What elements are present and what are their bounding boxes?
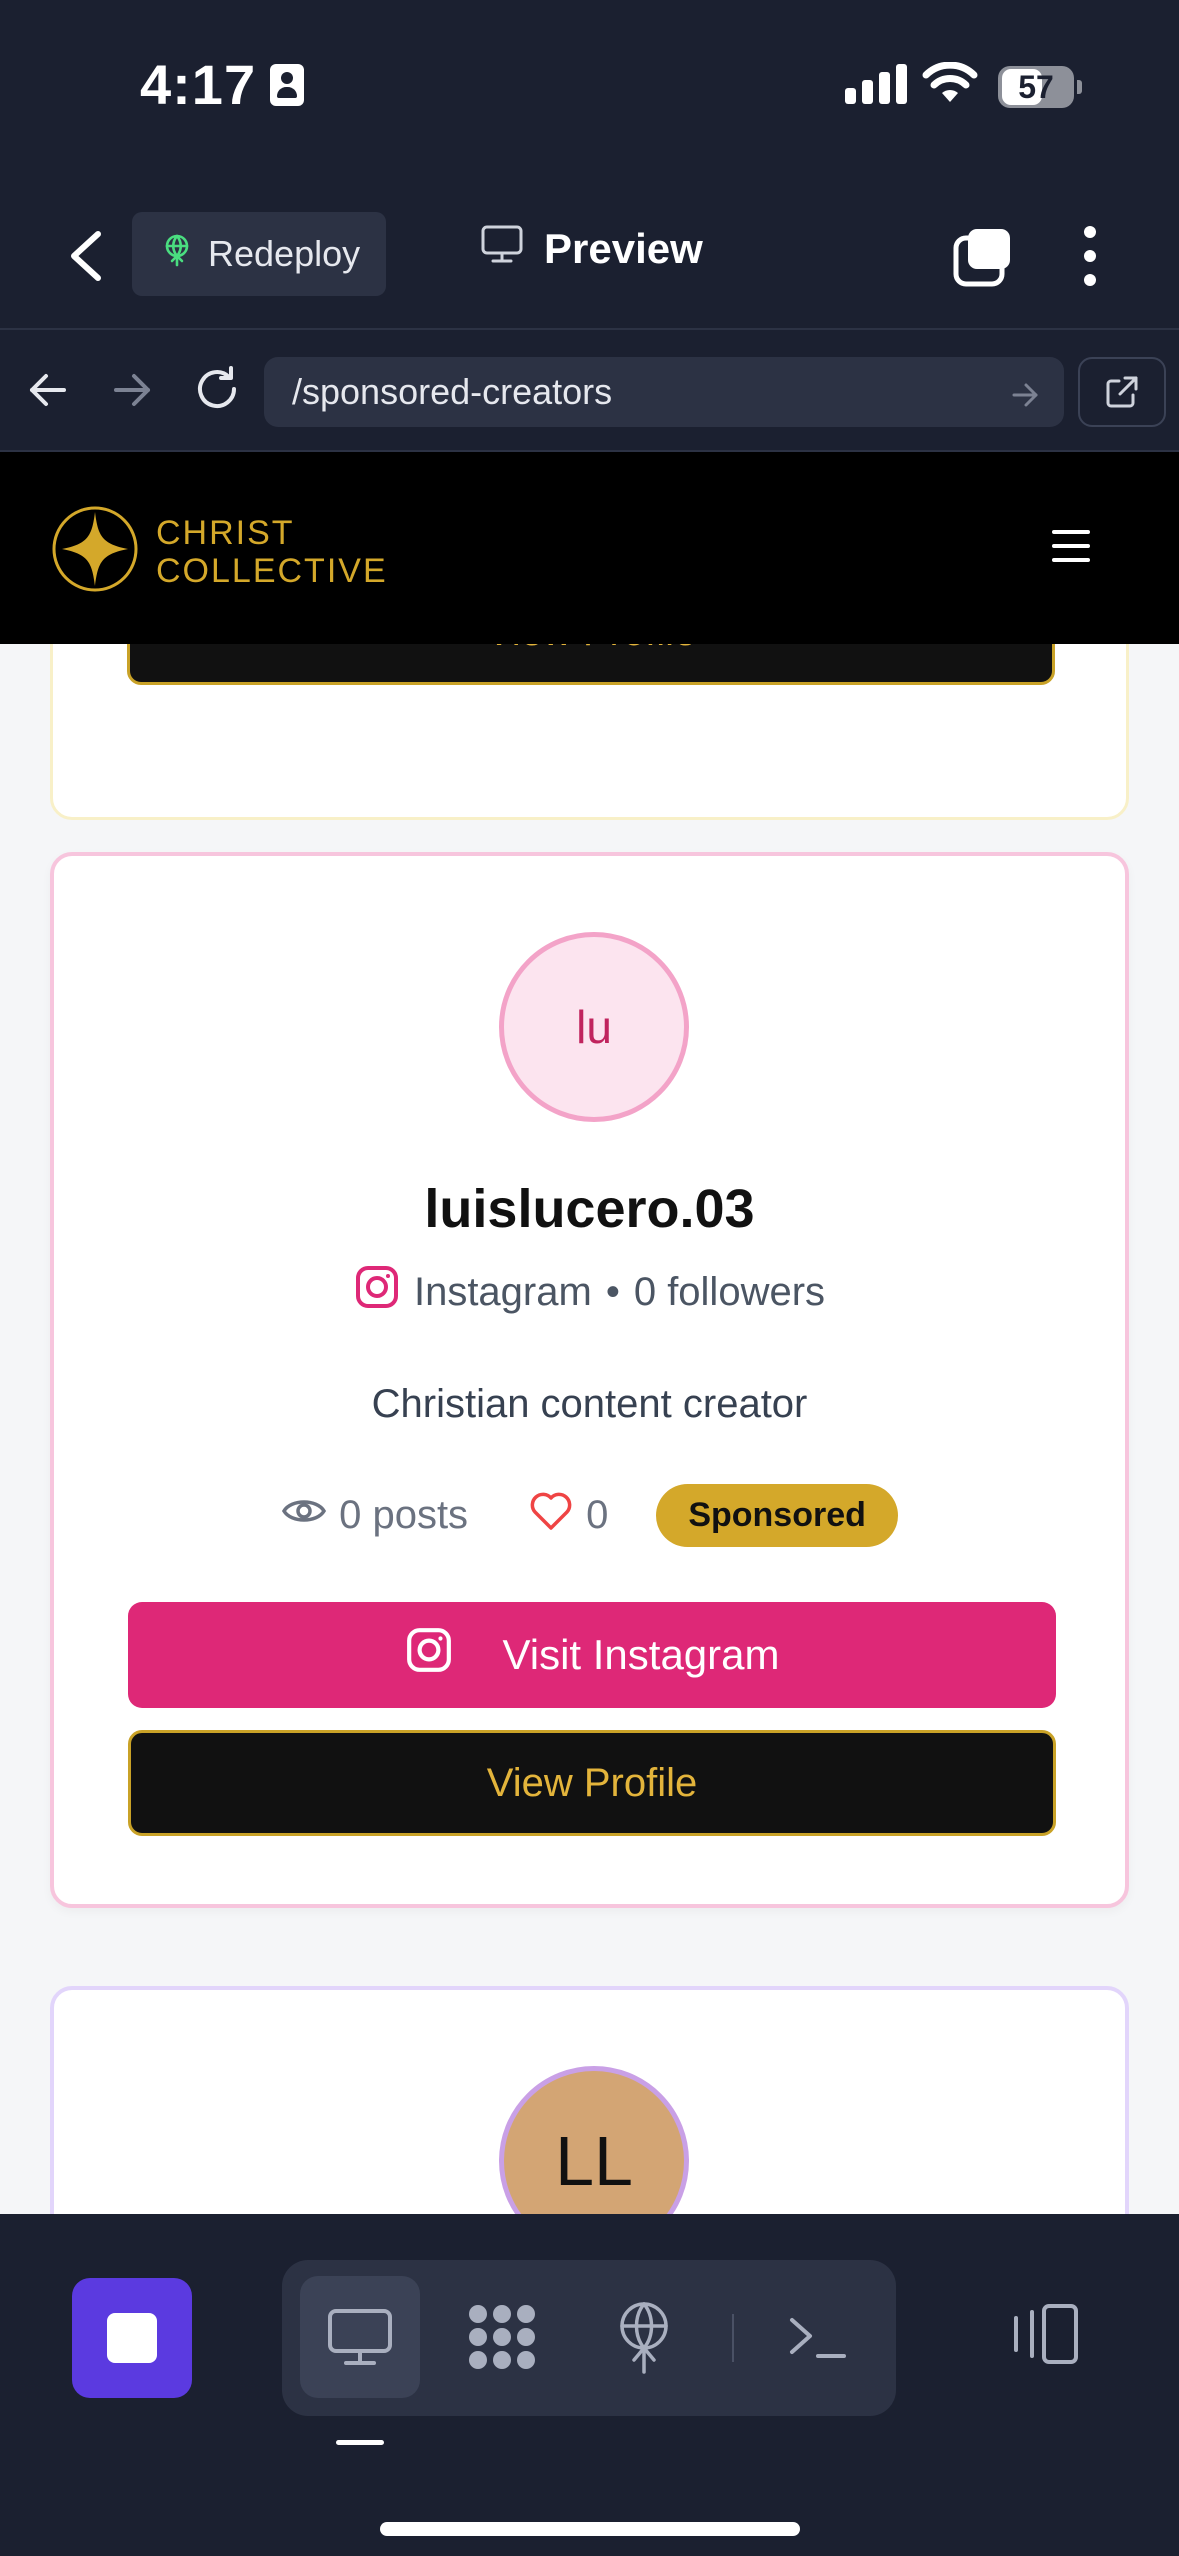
contact-card-icon [270,63,305,106]
monitor-icon[interactable] [300,2276,420,2398]
wifi-icon [922,61,978,109]
avatar: LL [499,2066,689,2214]
eye-icon [281,1493,327,1538]
stop-button[interactable] [72,2278,192,2398]
likes-stat: 0 [528,1490,608,1542]
app-bar: Redeploy Preview [0,180,1179,330]
arrow-right-icon[interactable] [110,368,154,417]
logo-text: CHRIST COLLECTIVE [156,514,388,590]
status-time: 4:17 [140,53,257,116]
battery-tip [1077,80,1082,94]
platform-row: Instagram • 0 followers [54,1264,1125,1320]
view-profile-button[interactable]: View Profile [128,1730,1056,1836]
instagram-icon [354,1264,400,1320]
logo-line-1: CHRIST [156,513,295,552]
page-content: View Profile lu luislucero.03 Instagram … [0,644,1179,2214]
url-go-arrow-icon[interactable] [1010,377,1040,419]
stats-row: 0 posts 0 Sponsored [54,1484,1125,1547]
cell-signal-icon [845,64,907,104]
url-field[interactable]: /sponsored-creators [264,357,1064,427]
monitor-icon [480,224,524,274]
battery-level: 57 [1018,69,1054,105]
device-switch-icon[interactable] [1010,2302,1082,2371]
home-indicator [380,2522,800,2536]
visit-instagram-button[interactable]: Visit Instagram [128,1602,1056,1708]
site-logo[interactable]: CHRIST COLLECTIVE [50,504,388,599]
stop-icon [107,2313,157,2363]
battery-icon: 57 [998,66,1074,108]
tabs-icon[interactable] [952,226,1014,293]
antenna-icon [160,233,194,276]
reload-icon[interactable] [192,364,242,419]
status-time-group: 4:17 [140,52,305,117]
back-chevron-icon[interactable] [62,228,112,284]
external-link-icon[interactable] [1078,357,1166,427]
preview-label: Preview [544,225,703,272]
url-text: /sponsored-creators [292,371,613,412]
view-profile-button-previous[interactable]: View Profile [127,644,1055,685]
browser-nav-bar: /sponsored-creators [0,330,1179,452]
avatar-initials: LL [555,2122,633,2200]
site-header: CHRIST COLLECTIVE [0,452,1179,644]
likes-count: 0 [586,1493,609,1537]
view-profile-label: View Profile [486,1760,698,1805]
view-profile-label: View Profile [486,644,696,655]
creator-card: lu luislucero.03 Instagram • 0 followers… [50,852,1129,1908]
logo-line-2: COLLECTIVE [156,551,388,590]
terminal-icon[interactable] [758,2276,878,2398]
instagram-icon [405,1626,453,1684]
redeploy-label: Redeploy [208,233,361,274]
bottom-dock [0,2214,1179,2556]
view-switcher [282,2260,896,2416]
separator: • [605,1269,620,1314]
sponsored-badge: Sponsored [656,1484,898,1547]
antenna-icon[interactable] [584,2276,704,2398]
visit-instagram-label: Visit Instagram [502,1631,780,1678]
more-vertical-icon[interactable] [1080,226,1100,286]
arrow-left-icon[interactable] [26,368,70,417]
active-tab-indicator [336,2440,384,2445]
status-bar: 4:17 57 [0,0,1179,180]
platform-name: Instagram [413,1269,592,1314]
apps-grid-icon[interactable] [442,2276,562,2398]
creator-bio: Christian content creator [371,1382,808,1426]
avatar: lu [499,932,689,1122]
creator-card-previous: View Profile [50,644,1129,820]
creator-card-next: LL [50,1986,1129,2214]
segment-divider [732,2314,734,2362]
preview-tab[interactable]: Preview [480,224,703,274]
creator-username: luislucero.03 [424,1179,755,1239]
redeploy-button[interactable]: Redeploy [132,212,386,296]
posts-count: 0 posts [339,1493,469,1537]
star-logo-icon [50,504,140,599]
followers-count: 0 followers [633,1269,826,1314]
avatar-initials: lu [576,1001,612,1053]
posts-stat: 0 posts [281,1493,468,1538]
heart-icon [528,1490,574,1542]
hamburger-icon[interactable] [1052,530,1090,562]
